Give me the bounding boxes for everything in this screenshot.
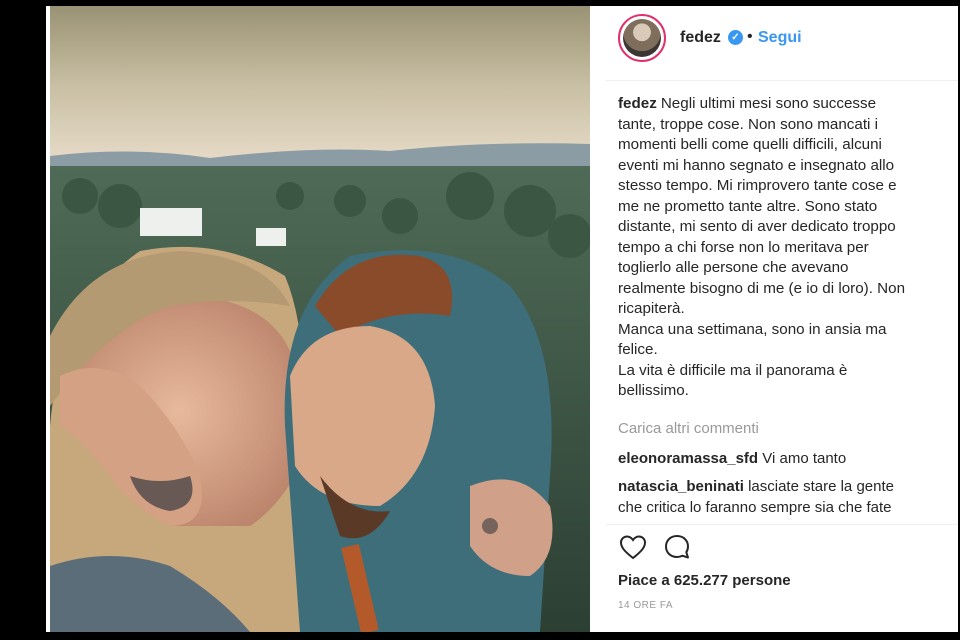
post-header: fedez ✓ • Segui <box>606 6 958 81</box>
verified-badge-icon: ✓ <box>728 30 743 45</box>
caption-text: Negli ultimi mesi sono successe <box>660 95 877 112</box>
caption-username[interactable]: fedez <box>618 95 657 112</box>
avatar-photo <box>623 19 661 57</box>
post-caption: fedez Negli ultimi mesi sono successe tan… <box>618 94 938 402</box>
likes-count[interactable]: Piace a 625.277 persone <box>618 572 791 589</box>
speech-bubble-icon[interactable] <box>662 532 692 562</box>
photo-illustration <box>50 6 590 632</box>
post-frame: fedez ✓ • Segui fedez Negli ultimi mesi s… <box>46 6 958 632</box>
caption-line: La vita è difficile ma il panorama è <box>618 361 848 379</box>
comment: eleonoramassa_sfd Vi amo tanto <box>618 448 948 469</box>
comment-username[interactable]: natascia_beninati <box>618 478 744 495</box>
heart-icon[interactable] <box>618 532 648 562</box>
comment-username[interactable]: eleonoramassa_sfd <box>618 450 758 467</box>
load-more-comments-button[interactable]: Carica altri commenti <box>618 420 759 437</box>
caption-line: toglierlo alle persone che avevano <box>618 259 849 276</box>
caption-line: tempo a chi forse non lo meritava per <box>618 238 869 256</box>
side-panel: fedez ✓ • Segui fedez Negli ultimi mesi s… <box>606 6 958 632</box>
comment-text: lasciate stare la gente <box>748 478 894 495</box>
header-username[interactable]: fedez <box>680 29 721 47</box>
comment-text: Vi amo tanto <box>762 450 847 467</box>
caption-line: realmente bisogno di me (e io di loro). … <box>618 279 906 297</box>
caption-line: fedez Negli ultimi mesi sono successe <box>618 94 938 115</box>
post-photo[interactable] <box>50 6 590 632</box>
separator-dot: • <box>747 28 753 45</box>
caption-line: Manca una settimana, sono in ansia ma <box>618 320 887 338</box>
caption-line: tante, troppe cose. Non sono mancati i <box>618 115 879 133</box>
comment-text-continued: che critica lo faranno sempre sia che fa… <box>618 499 892 516</box>
caption-line: bellissimo. <box>618 382 689 399</box>
comment: natascia_beninati lasciate stare la gent… <box>618 476 948 518</box>
actions-divider <box>606 524 958 525</box>
caption-line: eventi mi hanno segnato e insegnato allo <box>618 156 895 174</box>
caption-line: ricapiterà. <box>618 300 685 317</box>
caption-line: felice. <box>618 341 658 358</box>
caption-line: stesso tempo. Mi rimprovero tante cose e <box>618 177 897 194</box>
avatar[interactable] <box>618 14 666 62</box>
post-timestamp: 14 ORE FA <box>618 600 674 611</box>
caption-line: momenti belli come quelli difficili, alc… <box>618 136 882 153</box>
follow-button[interactable]: Segui <box>758 29 802 47</box>
caption-line: me ne prometto tante altre. Sono stato <box>618 197 878 215</box>
caption-line: distante, mi sento di aver dedicato trop… <box>618 218 896 235</box>
